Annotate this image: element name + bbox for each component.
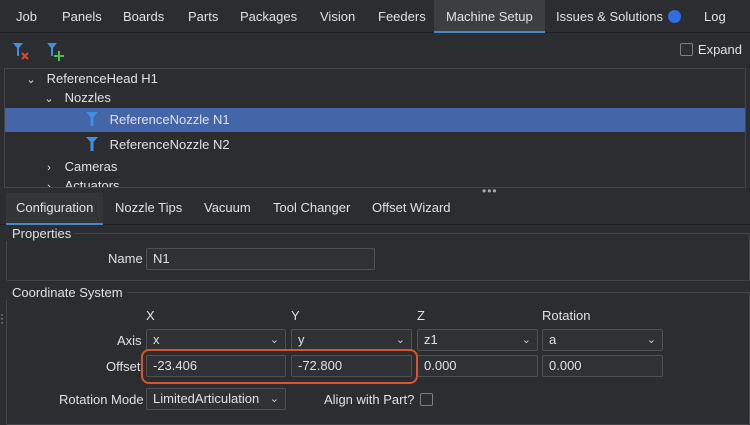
tree-item-label: Actuators [64, 178, 120, 188]
column-y-header: Y [291, 308, 300, 323]
column-rotation-header: Rotation [542, 308, 591, 323]
offset-rotation-field[interactable]: 0.000 [542, 355, 663, 377]
chevron-down-icon: ⌄ [269, 393, 279, 405]
tab-feeders[interactable]: Feeders [376, 0, 428, 33]
tree-item-label: Cameras [64, 159, 118, 174]
offset-z-field[interactable]: 0.000 [417, 355, 538, 377]
tab-job[interactable]: Job [14, 0, 39, 33]
axis-y-select[interactable]: y ⌄ [291, 329, 412, 351]
issues-badge-icon [667, 10, 681, 23]
rotation-mode-label: Rotation Mode [59, 392, 144, 407]
align-with-part-label: Align with Part? [324, 392, 415, 407]
tab-offset-wizard[interactable]: Offset Wizard [370, 193, 453, 225]
panel-grip[interactable]: · · · [0, 308, 4, 328]
chevron-down-icon: ⌄ [521, 334, 531, 346]
tree-item-label: ReferenceNozzle N2 [109, 137, 230, 152]
tab-log[interactable]: Log [702, 0, 728, 33]
nozzle-icon [86, 112, 98, 126]
add-nozzle-icon[interactable] [44, 40, 66, 62]
axis-rotation-value: a [549, 332, 557, 347]
axis-x-select[interactable]: x ⌄ [146, 329, 286, 351]
tree-item-label: Nozzles [64, 90, 111, 105]
expand-checkbox[interactable]: Expand [679, 42, 742, 57]
tree-item-nozzle-n1[interactable]: ReferenceNozzle N1 [5, 108, 745, 132]
tab-packages[interactable]: Packages [238, 0, 299, 33]
machine-tree[interactable]: ⌄ ReferenceHead H1 ⌄ Nozzles ReferenceNo… [4, 68, 746, 188]
axis-x-value: x [153, 332, 160, 347]
properties-title: Properties [6, 226, 76, 241]
axis-y-value: y [298, 332, 305, 347]
tab-issues-label: Issues & Solutions [556, 9, 663, 24]
tree-item-nozzle-n2[interactable]: ReferenceNozzle N2 [5, 133, 745, 157]
nozzle-icon [86, 137, 98, 151]
toolbar: Expand [0, 34, 750, 68]
tab-nozzle-tips[interactable]: Nozzle Tips [113, 193, 184, 225]
expand-checkbox-box[interactable] [679, 43, 693, 56]
tab-issues-solutions[interactable]: Issues & Solutions [554, 0, 683, 33]
chevron-down-icon: ⌄ [269, 334, 279, 346]
remove-nozzle-icon[interactable] [10, 40, 32, 62]
offset-highlight-annotation [141, 349, 418, 384]
tab-configuration[interactable]: Configuration [6, 193, 104, 225]
axis-z-select[interactable]: z1 ⌄ [417, 329, 538, 351]
axis-z-value: z1 [424, 332, 438, 347]
name-label: Name [108, 251, 143, 266]
tab-panels[interactable]: Panels [60, 0, 104, 33]
tree-item-label: ReferenceNozzle N1 [109, 112, 230, 127]
chevron-down-icon: ⌄ [395, 334, 405, 346]
rotation-mode-value: LimitedArticulation [153, 391, 260, 406]
coordinate-system-title: Coordinate System [6, 285, 127, 300]
tab-parts[interactable]: Parts [186, 0, 220, 33]
tab-machine-setup[interactable]: Machine Setup [434, 0, 545, 33]
align-with-part-checkbox[interactable] [420, 393, 433, 406]
tab-boards[interactable]: Boards [121, 0, 166, 33]
column-x-header: X [146, 308, 155, 323]
config-tab-bar: Configuration Nozzle Tips Vacuum Tool Ch… [0, 193, 750, 225]
chevron-right-icon[interactable]: › [43, 175, 55, 187]
tab-vacuum[interactable]: Vacuum [202, 193, 253, 225]
axis-label: Axis [117, 333, 142, 348]
tree-item-label: ReferenceHead H1 [46, 71, 158, 86]
offset-label: Offset [106, 359, 141, 374]
column-z-header: Z [417, 308, 425, 323]
rotation-mode-select[interactable]: LimitedArticulation ⌄ [146, 388, 286, 410]
axis-rotation-select[interactable]: a ⌄ [542, 329, 663, 351]
expand-label: Expand [697, 42, 742, 57]
tab-vision[interactable]: Vision [318, 0, 357, 33]
name-field[interactable]: N1 [146, 248, 375, 270]
tree-item-nozzles[interactable]: ⌄ Nozzles [5, 86, 745, 110]
tab-tool-changer[interactable]: Tool Changer [271, 193, 352, 225]
main-tab-bar: Job Panels Boards Parts Packages Vision … [0, 0, 750, 33]
chevron-down-icon: ⌄ [646, 334, 656, 346]
tree-item-actuators[interactable]: › Actuators [5, 174, 745, 188]
